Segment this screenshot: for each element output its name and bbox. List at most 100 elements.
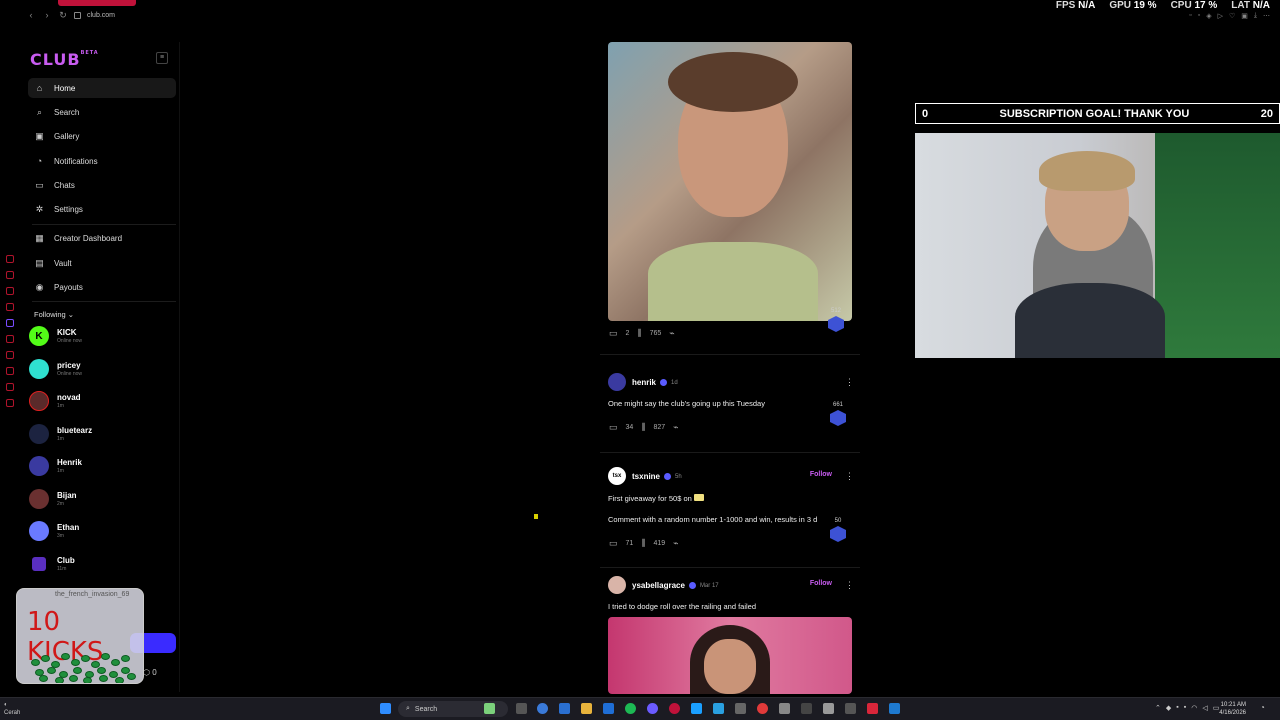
app-icon[interactable] [823, 703, 834, 714]
rail-icon[interactable] [6, 399, 14, 407]
reload-button[interactable]: ↻ [58, 10, 68, 21]
app-icon[interactable] [889, 703, 900, 714]
post-username[interactable]: tsxnine [632, 472, 660, 481]
app-icon[interactable] [757, 703, 768, 714]
rail-icon[interactable] [6, 271, 14, 279]
following-item-pricey[interactable]: pricey Online now [29, 357, 169, 381]
extension-icon[interactable]: ◈ [1206, 12, 1211, 20]
download-icon[interactable]: ⤓ [1254, 12, 1257, 20]
following-item-ethan[interactable]: Ethan 3m [29, 519, 169, 543]
app-icon[interactable] [779, 703, 790, 714]
edge-icon[interactable] [537, 703, 548, 714]
link-icon[interactable]: ⌁ [669, 328, 674, 339]
nav-home[interactable]: ⌂ Home [28, 78, 176, 98]
rail-icon[interactable] [6, 287, 14, 295]
app-icon[interactable] [867, 703, 878, 714]
wifi-icon[interactable]: ◠ [1191, 704, 1197, 712]
volume-icon[interactable]: ◁ [1202, 704, 1207, 712]
rail-icon[interactable] [6, 319, 14, 327]
comment-icon[interactable]: ▭ [609, 422, 618, 433]
spotify-icon[interactable] [625, 703, 636, 714]
comment-icon[interactable]: ▭ [609, 328, 618, 339]
following-item-bijan[interactable]: Bijan 2m [29, 487, 169, 511]
taskbar-clock[interactable]: 10:21 AM 4/16/2026 [1219, 701, 1246, 717]
extension-icon[interactable]: ♡ [1229, 12, 1235, 20]
tip-badge[interactable]: 512 [824, 308, 848, 332]
app-icon[interactable] [801, 703, 812, 714]
nav-vault[interactable]: ▤ Vault [28, 253, 176, 273]
discord-icon[interactable] [647, 703, 658, 714]
rail-icon[interactable] [6, 335, 14, 343]
avatar[interactable]: tsx [608, 467, 626, 485]
nav-gallery[interactable]: ▣ Gallery [28, 126, 176, 146]
extension-icon[interactable]: ▷ [1218, 12, 1223, 20]
browser-icon[interactable] [669, 703, 680, 714]
tip-badge[interactable]: 661 [826, 402, 850, 426]
post-header: henrik 1d [632, 378, 678, 387]
nav-settings[interactable]: ✲ Settings [28, 199, 176, 219]
tray-icon[interactable]: ◆ [1166, 704, 1171, 712]
more-options-icon[interactable]: ⋮ [845, 471, 854, 482]
following-item-bluetearz[interactable]: bluetearz 1m [29, 422, 169, 446]
bean-shape [41, 655, 50, 662]
windows-start-icon[interactable] [380, 703, 391, 714]
tray-icon[interactable]: ▪ [1176, 704, 1178, 712]
app-icon[interactable] [845, 703, 856, 714]
extension-icon[interactable]: ▫ [1198, 12, 1200, 20]
weather-widget[interactable]: ◐ Cerah [4, 701, 20, 717]
menu-icon[interactable]: ≡ [156, 52, 168, 64]
post-username[interactable]: ysabellagrace [632, 581, 685, 590]
rail-icon[interactable] [6, 255, 14, 263]
following-item-club[interactable]: Club 11m [29, 552, 169, 576]
comment-icon[interactable]: ▭ [609, 538, 618, 549]
notification-bell-icon[interactable]: ◔ [1260, 703, 1272, 715]
folder-icon[interactable] [581, 703, 592, 714]
following-item-novad[interactable]: novad 1m [29, 389, 169, 413]
more-options-icon[interactable]: ⋮ [845, 580, 854, 591]
store-icon[interactable] [559, 703, 570, 714]
avatar[interactable] [608, 576, 626, 594]
rail-icon[interactable] [6, 383, 14, 391]
post-image[interactable] [608, 42, 852, 321]
link-icon[interactable]: ⌁ [673, 538, 678, 549]
extension-icon[interactable]: ⋯ [1263, 12, 1270, 20]
rail-icon[interactable] [6, 367, 14, 375]
steam-icon[interactable] [691, 703, 702, 714]
url-text[interactable]: club.com [87, 12, 115, 19]
link-icon[interactable]: ⌁ [673, 422, 678, 433]
chevron-up-icon[interactable]: ⌃ [1155, 704, 1161, 712]
bean-shape [121, 655, 130, 662]
follow-button[interactable]: Follow [810, 471, 832, 478]
rail-icon[interactable] [6, 351, 14, 359]
app-icon[interactable] [713, 703, 724, 714]
more-options-icon[interactable]: ⋮ [845, 377, 854, 388]
post-username[interactable]: henrik [632, 378, 656, 387]
rail-icon[interactable] [6, 303, 14, 311]
system-tray[interactable]: ⌃ ◆ ▪ ▪ ◠ ◁ ▭ [1155, 704, 1219, 712]
nav-creator-dashboard[interactable]: ▦ Creator Dashboard [28, 228, 176, 248]
site-info-icon[interactable] [74, 11, 81, 19]
post-image[interactable] [608, 617, 852, 694]
app-icon[interactable] [484, 703, 495, 714]
task-view-icon[interactable] [516, 703, 527, 714]
back-button[interactable]: ‹ [26, 10, 36, 20]
active-tab[interactable] [58, 0, 136, 6]
following-header[interactable]: Following ⌄ [34, 310, 74, 319]
extension-icon[interactable]: ▣ [1241, 12, 1248, 20]
following-item-henrik[interactable]: Henrik 1m [29, 454, 169, 478]
nav-notifications[interactable]: ◔ Notifications [28, 151, 176, 171]
mail-icon[interactable] [603, 703, 614, 714]
follow-button[interactable]: Follow [810, 580, 832, 587]
app-icon[interactable] [735, 703, 746, 714]
address-bar[interactable]: ‹ › ↻ club.com [26, 8, 116, 22]
forward-button[interactable]: › [42, 10, 52, 20]
tip-badge[interactable]: 50 [826, 518, 850, 542]
nav-chats[interactable]: ▭ Chats [28, 175, 176, 195]
following-item-kick[interactable]: K KICK Online now [29, 324, 169, 348]
tray-icon[interactable]: ▪ [1184, 704, 1186, 712]
nav-payouts[interactable]: ◉ Payouts [28, 277, 176, 297]
nav-search[interactable]: ⌕ Search [28, 102, 176, 122]
club-logo[interactable]: CLUBBETA [30, 50, 99, 69]
avatar[interactable] [608, 373, 626, 391]
extension-icon[interactable]: ▫ [1189, 12, 1191, 20]
